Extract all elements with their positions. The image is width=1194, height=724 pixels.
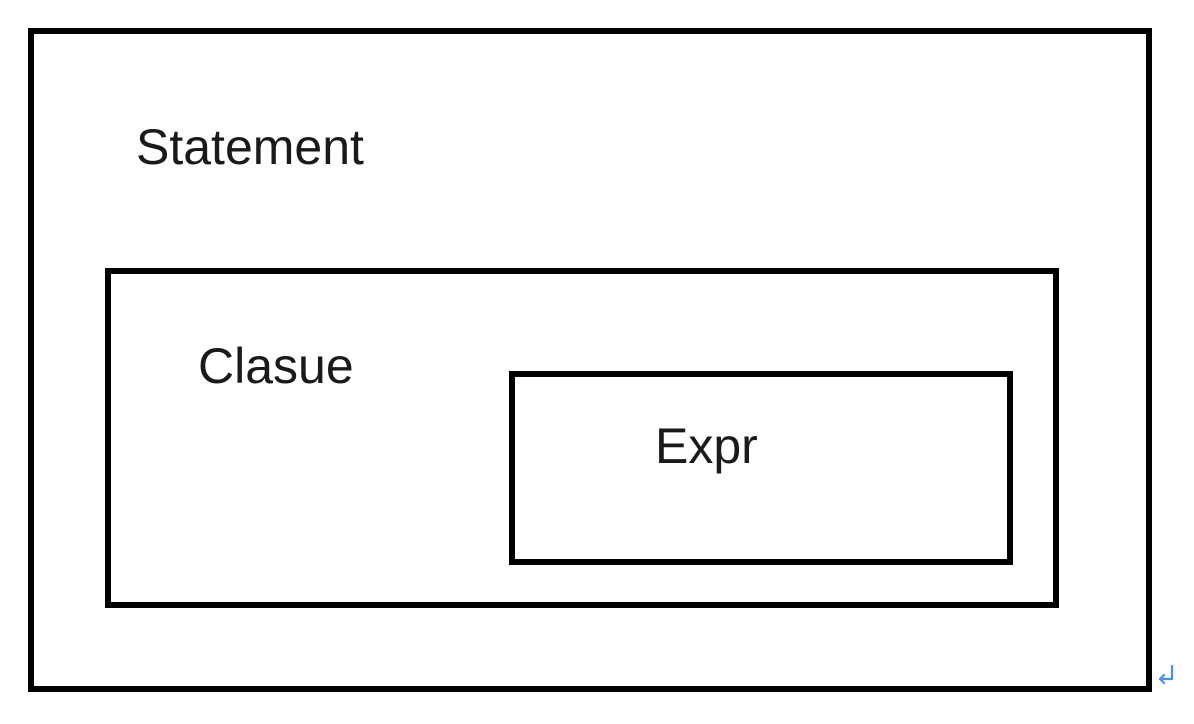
expr-label: Expr bbox=[655, 418, 758, 474]
return-arrow-icon bbox=[1155, 664, 1177, 690]
statement-label: Statement bbox=[136, 119, 364, 175]
clause-label: Clasue bbox=[198, 338, 354, 394]
expr-box bbox=[509, 371, 1013, 565]
